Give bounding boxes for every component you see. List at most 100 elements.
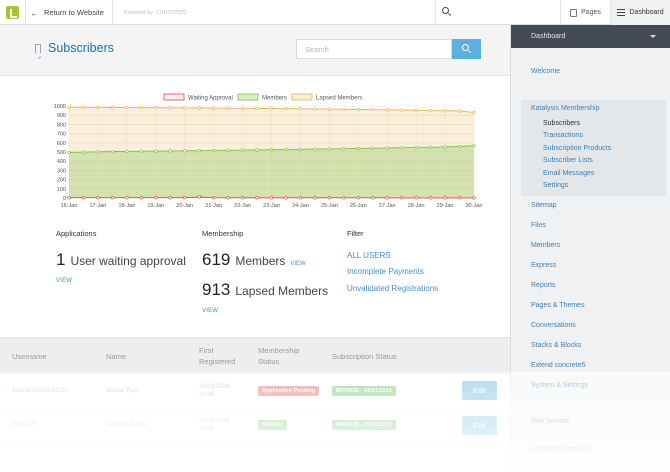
nav-subscribers[interactable]: Subscribers	[543, 120, 580, 127]
caret-down-icon	[650, 35, 656, 38]
search-icon[interactable]	[442, 7, 452, 17]
nav-upload-katalysis[interactable]: Upload to Katalysis	[531, 446, 591, 453]
column-username[interactable]: Username	[12, 351, 47, 362]
top-toolbar: ← Return to Website Powered by concrete5…	[0, 0, 670, 25]
table-row[interactable]	[0, 443, 510, 472]
lapsed-members-point	[371, 108, 375, 112]
x-tick-label: 25-Jan	[321, 203, 338, 209]
y-tick-label: 1000	[54, 104, 66, 110]
row-username[interactable]: MM2026	[12, 421, 35, 429]
search-button[interactable]	[452, 39, 481, 59]
waiting-approval-point	[298, 196, 303, 200]
lapsed-view-link[interactable]: VIEW	[202, 308, 218, 314]
members-stat: 619 Members VIEW	[202, 250, 306, 270]
lapsed-members-point	[298, 107, 303, 111]
dashboard-select-label: Dashboard	[531, 33, 566, 40]
filter-unvalidated-registrations[interactable]: Unvalidated Registrations	[347, 284, 438, 293]
nav-settings[interactable]: Settings	[543, 182, 568, 189]
x-tick-label: 22-Jan	[234, 203, 251, 209]
nav-conversations[interactable]: Conversations	[531, 322, 576, 329]
nav-sitemap[interactable]: Sitemap	[531, 202, 557, 209]
nav-stacks-blocks[interactable]: Stacks & Blocks	[531, 342, 581, 349]
column-membership-status[interactable]: Membership Status	[258, 345, 313, 367]
bookmark-icon[interactable]	[35, 44, 41, 53]
members-point	[125, 149, 129, 153]
nav-pages-themes[interactable]: Pages & Themes	[531, 302, 585, 309]
lapsed-members-point	[313, 107, 317, 111]
members-point	[183, 149, 187, 153]
nav-files[interactable]: Files	[531, 222, 546, 229]
column-subscription-status[interactable]: Subscription Status	[332, 351, 397, 362]
sliders-icon	[617, 9, 626, 16]
lapsed-members-point	[226, 106, 230, 110]
x-tick-label: 20-Jan	[176, 203, 193, 209]
nav-system-settings[interactable]: System & Settings	[531, 382, 588, 389]
dashboard-button[interactable]: Dashboard	[610, 0, 670, 25]
membership-label: Membership	[202, 229, 244, 238]
members-view-link[interactable]: VIEW	[290, 261, 305, 267]
members-point	[443, 145, 447, 149]
members-point	[284, 147, 288, 152]
waiting-approval-point	[414, 196, 418, 200]
return-to-website-link[interactable]: ← Return to Website	[30, 0, 104, 25]
waiting-approval-point	[356, 196, 360, 200]
nav-subscription-products[interactable]: Subscription Products	[543, 145, 611, 152]
members-point	[298, 147, 303, 151]
return-label: Return to Website	[44, 8, 104, 17]
search-input[interactable]	[296, 39, 452, 59]
lapsed-text: Lapsed Members	[235, 284, 329, 298]
waiting-approval-point	[443, 196, 447, 200]
lapsed-members-point	[139, 106, 143, 110]
filter-all-users[interactable]: ALL USERS	[347, 251, 391, 260]
row-username[interactable]: Baskar.biotech31132	[12, 387, 68, 395]
members-point	[81, 150, 86, 154]
app-logo-icon[interactable]	[0, 0, 25, 25]
pages-button[interactable]: Pages	[560, 0, 610, 25]
table-row[interactable]: Baskar.biotech31132 Baskar Raju 30/01/20…	[0, 375, 510, 409]
lapsed-members-point	[96, 105, 100, 109]
nav-email-messages[interactable]: Email Messages	[543, 170, 594, 177]
nav-subscriber-lists[interactable]: Subscriber Lists	[543, 157, 593, 164]
waiting-approval-point	[183, 196, 187, 200]
nav-mail-service[interactable]: Mail Service	[531, 418, 569, 425]
nav-katalysis-membership[interactable]: Katalysis Membership	[531, 105, 599, 112]
lapsed-stat: 913 Lapsed Members	[202, 280, 328, 300]
lapsed-members-point	[168, 106, 172, 110]
legend-label: Members	[262, 96, 287, 102]
members-point	[313, 147, 317, 151]
lapsed-members-point	[154, 106, 158, 110]
edit-button[interactable]: Edit	[462, 416, 497, 435]
edit-button[interactable]: Edit	[462, 381, 497, 400]
members-point	[414, 145, 418, 150]
column-name[interactable]: Name	[106, 351, 126, 362]
lapsed-members-point	[472, 110, 476, 115]
nav-members[interactable]: Members	[531, 242, 560, 249]
waiting-approval-point	[226, 196, 230, 200]
dashboard-select[interactable]: Dashboard	[511, 25, 670, 48]
row-name: Juergen Portes	[106, 422, 147, 428]
nav-express[interactable]: Express	[531, 262, 556, 269]
subscription-status-badge: BRONZE - 01/01/2019	[332, 386, 396, 396]
members-point	[154, 149, 158, 153]
members-point	[356, 146, 360, 151]
members-point	[255, 148, 259, 152]
nav-extend-concrete5[interactable]: Extend concrete5	[531, 362, 585, 369]
filter-incomplete-payments[interactable]: Incomplete Payments	[347, 267, 424, 276]
members-area	[69, 145, 474, 198]
lapsed-members-point	[110, 105, 114, 110]
waiting-approval-point	[168, 196, 172, 200]
members-point	[197, 149, 201, 153]
y-tick-label: 600	[57, 141, 66, 147]
x-tick-label: 27-Jan	[379, 203, 396, 209]
page-header: Subscribers	[0, 25, 510, 76]
nav-transactions[interactable]: Transactions	[543, 132, 583, 139]
nav-reports[interactable]: Reports	[531, 282, 556, 289]
dashboard-label: Dashboard	[629, 9, 664, 16]
waiting-approval-point	[96, 196, 100, 200]
table-row[interactable]: MM2026 Juergen Portes 29/01/2018, 10:28 …	[0, 409, 510, 443]
nav-welcome[interactable]: Welcome	[531, 68, 560, 75]
x-tick-label: 23-Jan	[263, 203, 280, 209]
members-point	[327, 147, 331, 151]
applications-view-link[interactable]: VIEW	[56, 278, 72, 284]
column-first-registered[interactable]: First Registered	[199, 345, 244, 367]
